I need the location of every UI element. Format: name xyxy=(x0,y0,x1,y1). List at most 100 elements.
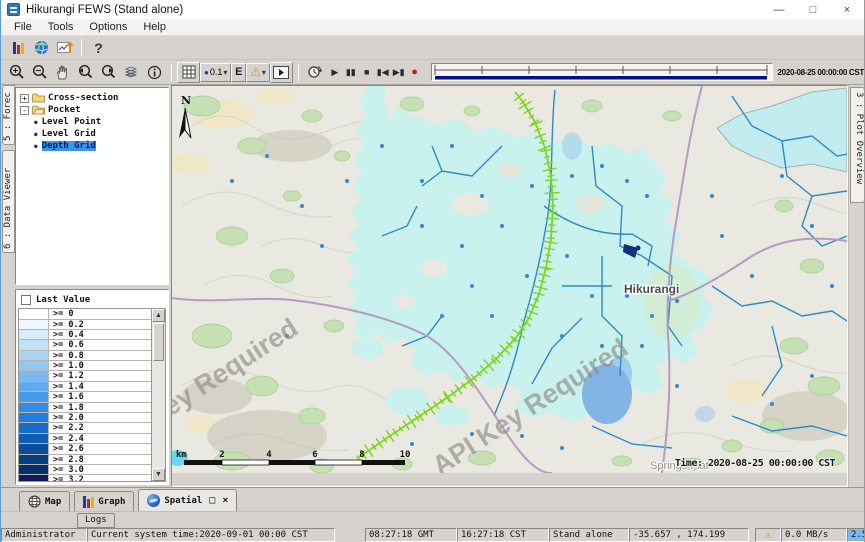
menu-file[interactable]: File xyxy=(6,21,40,33)
tab-data-viewer[interactable]: 6 : Data Viewer xyxy=(2,150,15,253)
legend-swatch xyxy=(19,444,49,453)
tree-item-label: Cross-section xyxy=(48,93,118,103)
legend-row[interactable]: >= 2.6 xyxy=(19,444,151,454)
view-tabs: Map Graph Spatial □ × xyxy=(1,487,864,511)
legend-swatch xyxy=(19,423,49,432)
step-back-button[interactable]: ▮◀ xyxy=(375,63,391,81)
logs-tab[interactable]: Logs xyxy=(77,513,115,528)
tree-item-level-grid[interactable]: ● Level Grid xyxy=(34,128,168,140)
tree-item-pocket[interactable]: - Pocket xyxy=(20,104,168,116)
legend-row[interactable]: >= 2.0 xyxy=(19,413,151,423)
legend-row[interactable]: >= 3.2 xyxy=(19,475,151,482)
legend-row[interactable]: >= 1.8 xyxy=(19,403,151,413)
bullet-icon: ● xyxy=(34,131,38,138)
expander-icon[interactable]: - xyxy=(20,106,29,115)
menu-tools[interactable]: Tools xyxy=(40,21,82,33)
grid-toggle-button[interactable] xyxy=(177,62,200,83)
value-display-dropdown[interactable]: ● 0.1 ▾ xyxy=(200,63,231,82)
tab-plot-overview[interactable]: 3 : Plot Overview xyxy=(850,87,865,203)
tab-close-icon[interactable]: × xyxy=(222,495,228,506)
legend-row[interactable]: >= 2.4 xyxy=(19,434,151,444)
pause-button[interactable]: ▮▮ xyxy=(343,63,359,81)
expander-icon[interactable]: + xyxy=(20,94,29,103)
legend-row[interactable]: >= 1.4 xyxy=(19,382,151,392)
maximize-button[interactable]: □ xyxy=(796,0,830,19)
legend-swatch xyxy=(19,475,49,482)
legend-swatch xyxy=(19,434,49,443)
clock-icon xyxy=(307,64,323,80)
zoom-in-button[interactable] xyxy=(5,62,28,83)
legend-row[interactable]: >= 0.4 xyxy=(19,330,151,340)
legend-row[interactable]: >= 0.8 xyxy=(19,351,151,361)
legend-row[interactable]: >= 0.2 xyxy=(19,320,151,330)
step-forward-button[interactable]: ▶▮ xyxy=(391,63,407,81)
zoom-next-button[interactable] xyxy=(97,62,120,83)
question-icon: ? xyxy=(94,40,103,56)
titlebar: Hikurangi FEWS (Stand alone) — □ × xyxy=(1,0,864,19)
tab-map[interactable]: Map xyxy=(19,491,70,511)
info-button[interactable] xyxy=(143,62,166,83)
legend-swatch xyxy=(19,340,49,349)
svg-text:N: N xyxy=(181,94,191,107)
tab-spatial[interactable]: Spatial □ × xyxy=(138,489,237,511)
status-mode: Stand alone xyxy=(549,528,629,542)
status-gmt-time: 08:27:18 GMT xyxy=(365,528,457,542)
legend-row[interactable]: >= 3.0 xyxy=(19,465,151,475)
pan-button[interactable] xyxy=(51,62,74,83)
legend-row[interactable]: >= 1.0 xyxy=(19,361,151,371)
play-button[interactable]: ▶ xyxy=(327,63,343,81)
database-viewer-button[interactable] xyxy=(7,37,30,58)
close-button[interactable]: × xyxy=(830,0,864,19)
animation-panel-button[interactable] xyxy=(270,62,293,83)
left-panel: + Cross-section - Pocket xyxy=(15,85,171,487)
legend-row-label: >= 2.2 xyxy=(49,423,151,432)
legend-row-label: >= 1.4 xyxy=(49,382,151,391)
legend-swatch xyxy=(19,351,49,360)
time-slider-bar[interactable] xyxy=(435,76,767,80)
grid-icon xyxy=(182,65,196,79)
zoom-out-button[interactable] xyxy=(28,62,51,83)
tab-graph[interactable]: Graph xyxy=(74,491,134,511)
time-settings-button[interactable] xyxy=(304,62,327,83)
tree-item-level-point[interactable]: ● Level Point xyxy=(34,116,168,128)
zoom-previous-button[interactable] xyxy=(74,62,97,83)
main-toolbar: ? xyxy=(1,36,864,59)
help-button[interactable]: ? xyxy=(87,37,110,58)
tree-item-cross-section[interactable]: + Cross-section xyxy=(20,92,168,104)
statusbar: Administrator Current system time:2020-0… xyxy=(1,528,864,542)
map-canvas[interactable]: API Key Required API Key Required Hikura… xyxy=(172,86,847,473)
record-button[interactable]: ● xyxy=(407,63,423,81)
legend-row[interactable]: >= 2.8 xyxy=(19,455,151,465)
minimize-button[interactable]: — xyxy=(762,0,796,19)
layers-button[interactable] xyxy=(120,62,143,83)
last-value-row[interactable]: Last Value xyxy=(18,292,166,308)
map-panel: API Key Required API Key Required Hikura… xyxy=(171,85,848,487)
blue-globe-icon xyxy=(147,494,160,507)
legend-row[interactable]: >= 1.6 xyxy=(19,392,151,402)
scroll-thumb[interactable] xyxy=(153,323,164,361)
tab-maximize-icon[interactable]: □ xyxy=(209,495,215,506)
map-display-button[interactable] xyxy=(30,37,53,58)
time-slider[interactable] xyxy=(431,63,773,81)
warning-layer-dropdown[interactable]: ⚠ ▾ xyxy=(246,63,270,82)
last-value-checkbox[interactable] xyxy=(21,295,31,305)
stop-button[interactable]: ■ xyxy=(359,63,375,81)
legend-row[interactable]: >= 0 xyxy=(19,309,151,319)
legend-scrollbar[interactable]: ▲ ▼ xyxy=(151,309,165,481)
tab-forecasts[interactable]: 5 : Forec xyxy=(2,85,15,145)
status-warning-icon[interactable]: ⚠ xyxy=(755,528,781,542)
layer-tree-panel: + Cross-section - Pocket xyxy=(15,87,169,285)
label-toggle-button[interactable]: E xyxy=(231,63,246,82)
legend-row[interactable]: >= 0.6 xyxy=(19,340,151,350)
chevron-down-icon: ▾ xyxy=(262,68,266,77)
legend-row-label: >= 0.4 xyxy=(49,330,151,339)
menu-help[interactable]: Help xyxy=(135,21,174,33)
scroll-down-button[interactable]: ▼ xyxy=(152,468,165,481)
legend-row-label: >= 2.6 xyxy=(49,444,151,453)
tree-item-depth-grid[interactable]: ● Depth Grid xyxy=(34,140,168,152)
timeseries-button[interactable] xyxy=(53,37,76,58)
legend-row[interactable]: >= 1.2 xyxy=(19,371,151,381)
legend-row[interactable]: >= 2.2 xyxy=(19,423,151,433)
menu-options[interactable]: Options xyxy=(81,21,135,33)
scroll-up-button[interactable]: ▲ xyxy=(152,309,165,322)
